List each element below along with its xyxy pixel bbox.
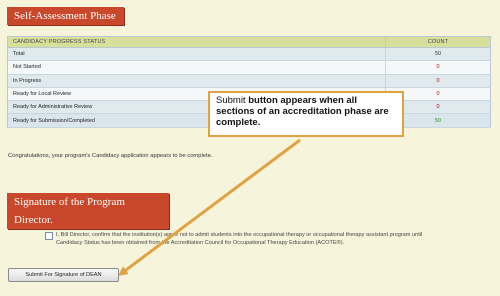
- table-header-row: CANDIDACY PROGRESS STATUS COUNT: [7, 36, 491, 48]
- submit-callout: Submit button appears when all sections …: [208, 91, 404, 137]
- status-count: 0: [385, 74, 491, 88]
- table-row: In Progress 0: [7, 74, 491, 88]
- status-count: 50: [385, 47, 491, 62]
- signature-header: Signature of the Program Director.: [7, 193, 169, 229]
- status-label: Total: [7, 47, 386, 62]
- confirm-checkbox[interactable]: [45, 232, 53, 240]
- status-label: In Progress: [7, 74, 386, 88]
- status-column-header: CANDIDACY PROGRESS STATUS: [7, 36, 386, 48]
- callout-bold-word: Submit: [216, 95, 246, 106]
- status-label: Not Started: [7, 60, 386, 75]
- count-column-header: COUNT: [385, 36, 491, 48]
- table-row: Total 50: [7, 47, 491, 62]
- table-row: Not Started 0: [7, 60, 491, 75]
- phase-header: Self-Assessment Phase: [7, 7, 124, 25]
- completion-message: Congratulations, your program's Candidac…: [8, 153, 213, 159]
- submit-for-signature-button[interactable]: Submit For Signature of DEAN: [8, 268, 119, 282]
- status-count: 0: [385, 60, 491, 75]
- confirmation-statement: I, Bill Director, confirm that the insti…: [56, 232, 423, 246]
